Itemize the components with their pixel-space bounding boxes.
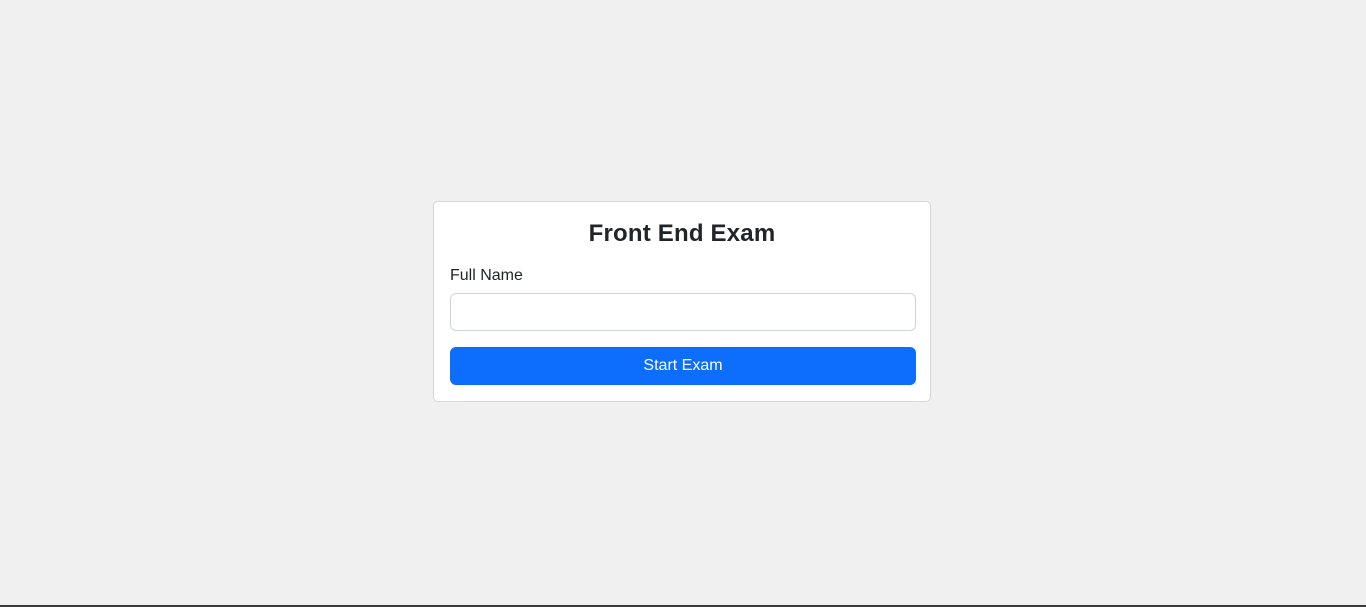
full-name-input[interactable] xyxy=(450,293,916,331)
exam-start-page: Front End Exam Full Name Start Exam xyxy=(0,0,1366,607)
full-name-label: Full Name xyxy=(450,267,523,284)
exam-start-card: Front End Exam Full Name Start Exam xyxy=(433,201,931,402)
page-title: Front End Exam xyxy=(588,220,776,247)
start-exam-button[interactable]: Start Exam xyxy=(450,347,916,385)
